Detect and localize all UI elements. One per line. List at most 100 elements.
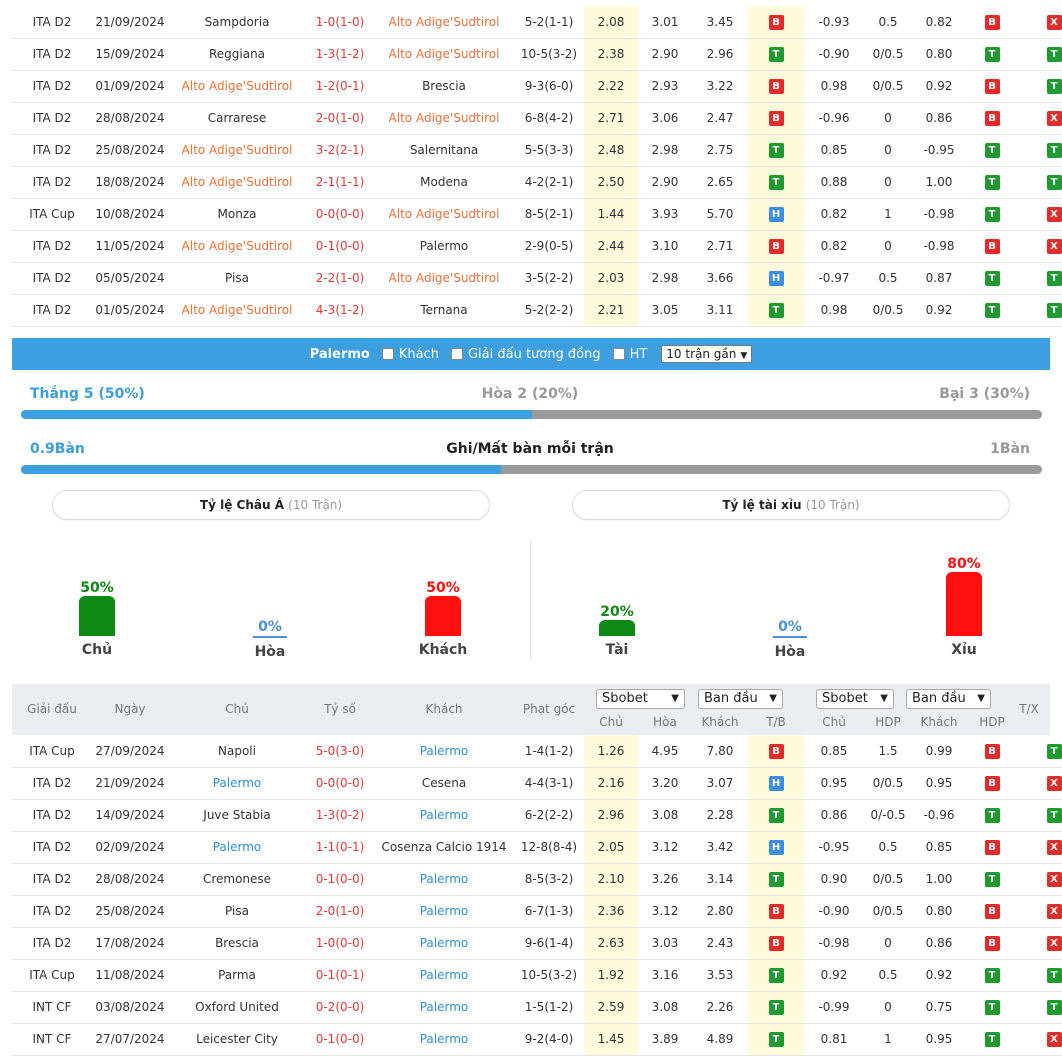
hdp-home-cell: -0.90 [804, 38, 864, 71]
away-odds-cell: 2.65 [692, 166, 748, 199]
home-team-cell[interactable]: Pisa [168, 262, 306, 295]
home-team-cell[interactable]: Sampdoria [168, 6, 306, 39]
home-team-cell[interactable]: Leicester City [168, 1023, 306, 1056]
hdp-away-cell: 0.80 [912, 38, 966, 71]
chevron-down-icon: ▼ [740, 351, 748, 361]
home-team-cell[interactable]: Alto Adige'Sudtirol [168, 294, 306, 327]
table-row[interactable]: ITA Cup 10/08/2024 Monza 0-0(0-0) Alto Adige… [12, 198, 1062, 231]
home-team-cell[interactable]: Palermo [168, 831, 306, 864]
table-row[interactable]: ITA D2 28/08/2024 Cremonese 0-1(0-0) Palermo… [12, 863, 1062, 896]
away-team-cell[interactable]: Palermo [374, 927, 514, 960]
away-team-cell[interactable]: Brescia [374, 70, 514, 103]
col-tx: T/X [1019, 702, 1039, 716]
table-row[interactable]: ITA D2 21/09/2024 Palermo 0-0(0-0) Cesena 4-4… [12, 767, 1062, 800]
table-row[interactable]: ITA D2 01/09/2024 Alto Adige'Sudtirol 1-2(0… [12, 70, 1062, 103]
away-odds-cell: 7.80 [692, 735, 748, 768]
odds-type-select-2[interactable]: Ban đầu ▼ [906, 689, 991, 709]
asian-title: Tỷ lệ Châu Á [199, 498, 284, 512]
table-row[interactable]: ITA D2 11/05/2024 Alto Adige'Sudtirol 0-1(0… [12, 230, 1062, 263]
home-team-cell[interactable]: Palermo [168, 767, 306, 800]
table-row[interactable]: ITA D2 15/09/2024 Reggiana 1-3(1-2) Alto Adi… [12, 38, 1062, 71]
away-team-cell[interactable]: Palermo [374, 799, 514, 832]
away-checkbox[interactable] [381, 348, 394, 360]
away-odds-cell: 2.26 [692, 991, 748, 1024]
hdp-result-badge-cell: T [966, 134, 1018, 167]
bookmaker-select-2[interactable]: Sbobet ▼ [816, 689, 894, 709]
bookmaker-select-1[interactable]: Sbobet ▼ [596, 689, 685, 709]
ou-result-badge-cell: X [1018, 767, 1062, 800]
home-team-cell[interactable]: Napoli [168, 735, 306, 768]
table-row[interactable]: ITA D2 25/08/2024 Pisa 2-0(1-0) Palermo 6-7(1… [12, 895, 1062, 928]
table-row[interactable]: ITA D2 25/08/2024 Alto Adige'Sudtirol 3-2(2… [12, 134, 1062, 167]
away-team-cell[interactable]: Cosenza Calcio 1914 [374, 831, 514, 864]
result-badge-cell: B [748, 895, 804, 928]
home-team-cell[interactable]: Alto Adige'Sudtirol [168, 134, 306, 167]
home-team-cell[interactable]: Pisa [168, 895, 306, 928]
ou-result-badge-cell: T [1018, 735, 1062, 768]
away-team-cell[interactable]: Salernitana [374, 134, 514, 167]
score-cell: 5-0(3-0) [306, 735, 374, 768]
away-team-cell[interactable]: Palermo [374, 895, 514, 928]
away-team-cell[interactable]: Alto Adige'Sudtirol [374, 38, 514, 71]
home-team-cell[interactable]: Cremonese [168, 863, 306, 896]
same-league-label: Giải đấu tương đồng [467, 346, 601, 362]
table-row[interactable]: INT CF 03/08/2024 Oxford United 0-2(0-0) Pal… [12, 991, 1062, 1024]
ratio-label: Xỉu [951, 642, 977, 658]
away-team-cell[interactable]: Alto Adige'Sudtirol [374, 198, 514, 231]
away-team-cell[interactable]: Ternana [374, 294, 514, 327]
draw-odds-cell: 3.06 [638, 102, 692, 135]
hdp-away-cell: -0.98 [912, 198, 966, 231]
result-badge-cell: H [748, 262, 804, 295]
away-team-cell[interactable]: Alto Adige'Sudtirol [374, 262, 514, 295]
table-row[interactable]: ITA Cup 27/09/2024 Napoli 5-0(3-0) Palermo 1-… [12, 735, 1062, 768]
table-row[interactable]: ITA D2 18/08/2024 Alto Adige'Sudtirol 2-1(1… [12, 166, 1062, 199]
away-team-cell[interactable]: Palermo [374, 863, 514, 896]
hdp-result-badge: B [984, 776, 1000, 791]
home-team-cell[interactable]: Alto Adige'Sudtirol [168, 166, 306, 199]
col-score: Tỷ số [324, 702, 356, 716]
home-team-cell[interactable]: Parma [168, 959, 306, 992]
away-team-cell[interactable]: Palermo [374, 959, 514, 992]
score-cell: 1-0(1-0) [306, 6, 374, 39]
away-team-cell[interactable]: Alto Adige'Sudtirol [374, 6, 514, 39]
ratio-percent: 50% [426, 580, 460, 596]
away-team-cell[interactable]: Palermo [374, 230, 514, 263]
away-team-cell[interactable]: Palermo [374, 735, 514, 768]
hdp-home-cell: 0.98 [804, 70, 864, 103]
table-row[interactable]: INT CF 27/07/2024 Leicester City 0-1(0-0) Pa… [12, 1023, 1062, 1056]
same-league-checkbox[interactable] [450, 348, 463, 360]
hdp-home-cell: 0.85 [804, 134, 864, 167]
table-row[interactable]: ITA Cup 11/08/2024 Parma 0-1(0-1) Palermo 10-… [12, 959, 1062, 992]
away-team-cell[interactable]: Alto Adige'Sudtirol [374, 102, 514, 135]
odds-type-select-1[interactable]: Ban đầu ▼ [698, 689, 783, 709]
home-team-cell[interactable]: Brescia [168, 927, 306, 960]
home-odds-cell: 2.16 [584, 767, 638, 800]
hdp-away-cell: 0.95 [912, 767, 966, 800]
league-cell: ITA D2 [12, 799, 92, 832]
away-team-cell[interactable]: Palermo [374, 991, 514, 1024]
home-team-cell[interactable]: Reggiana [168, 38, 306, 71]
recent-matches-select[interactable]: 10 trận gần ▼ [661, 345, 753, 363]
home-team-cell[interactable]: Juve Stabia [168, 799, 306, 832]
home-team-cell[interactable]: Monza [168, 198, 306, 231]
table-row[interactable]: ITA D2 05/05/2024 Pisa 2-2(1-0) Alto Adige'S… [12, 262, 1062, 295]
away-team-cell[interactable]: Modena [374, 166, 514, 199]
table-row[interactable]: ITA D2 21/09/2024 Sampdoria 1-0(1-0) Alto Ad… [12, 6, 1062, 39]
table-row[interactable]: ITA D2 28/08/2024 Carrarese 2-0(1-0) Alto Ad… [12, 102, 1062, 135]
hdp-away-cell: 0.92 [912, 959, 966, 992]
home-team-cell[interactable]: Alto Adige'Sudtirol [168, 70, 306, 103]
table-row[interactable]: ITA D2 01/05/2024 Alto Adige'Sudtirol 4-3(1… [12, 294, 1062, 327]
away-team-cell[interactable]: Cesena [374, 767, 514, 800]
table-row[interactable]: ITA D2 02/09/2024 Palermo 1-1(0-1) Cosenza C… [12, 831, 1062, 864]
table-row[interactable]: ITA D2 14/09/2024 Juve Stabia 1-3(0-2) Paler… [12, 799, 1062, 832]
home-team-cell[interactable]: Oxford United [168, 991, 306, 1024]
away-team-cell[interactable]: Palermo [374, 1023, 514, 1056]
asian-count: (10 Trận) [288, 498, 343, 512]
ou-result-badge-cell: T [1018, 70, 1062, 103]
hdp-result-badge: B [984, 936, 1000, 951]
home-team-cell[interactable]: Alto Adige'Sudtirol [168, 230, 306, 263]
home-team-cell[interactable]: Carrarese [168, 102, 306, 135]
table-row[interactable]: ITA D2 17/08/2024 Brescia 1-0(0-0) Palermo 9-… [12, 927, 1062, 960]
hdp-home-cell: 0.95 [804, 767, 864, 800]
ht-checkbox[interactable] [612, 348, 625, 360]
